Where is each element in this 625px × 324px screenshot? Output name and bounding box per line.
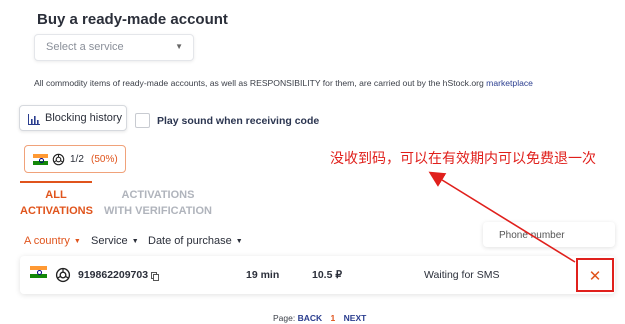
pagination-label: Page: xyxy=(273,313,296,323)
india-flag-icon xyxy=(33,154,48,165)
close-icon: ✕ xyxy=(588,268,602,285)
tab-all-line1: ALL xyxy=(45,189,67,201)
activation-status: Waiting for SMS xyxy=(424,269,500,281)
page-title: Buy a ready-made account xyxy=(37,11,228,28)
activation-phone: 919862209703 xyxy=(78,269,149,281)
pagination-back[interactable]: BACK xyxy=(298,313,323,323)
marketplace-link[interactable]: marketplace xyxy=(486,78,533,88)
play-sound-checkbox[interactable] xyxy=(135,113,150,128)
pagination-current[interactable]: 1 xyxy=(331,313,336,323)
filter-country[interactable]: A country ▼ xyxy=(24,235,81,247)
blocking-history-button[interactable]: Blocking history xyxy=(19,105,127,131)
chip-count: 1/2 xyxy=(70,154,84,165)
service-select[interactable]: Select a service ▼ xyxy=(34,34,194,61)
tab-all-line2: ACTIVATIONS xyxy=(20,205,93,217)
tab-verif-line1: ACTIVATIONS xyxy=(121,189,195,201)
notice-body: All commodity items of ready-made accoun… xyxy=(34,78,487,88)
phone-number-placeholder: Phone number xyxy=(499,230,565,241)
tab-all-activations[interactable]: ALL ACTIVATIONS xyxy=(20,187,93,219)
filter-date-label: Date of purchase xyxy=(148,235,232,247)
play-sound-label[interactable]: Play sound when receiving code xyxy=(157,115,319,127)
bar-chart-icon xyxy=(28,112,40,130)
copy-icon[interactable] xyxy=(151,268,159,286)
phone-number-search[interactable]: Phone number xyxy=(483,222,615,247)
filter-date[interactable]: Date of purchase ▼ xyxy=(148,235,243,247)
filter-service-label: Service xyxy=(91,235,128,247)
blocking-history-label: Blocking history xyxy=(45,112,123,124)
annotation-arrow xyxy=(428,171,576,263)
chevron-down-icon: ▼ xyxy=(73,238,81,245)
india-flag-icon xyxy=(30,266,47,278)
openai-icon xyxy=(52,153,65,171)
tab-activations-with-verification[interactable]: ACTIVATIONS WITH VERIFICATION xyxy=(104,187,212,219)
filter-country-label: A country xyxy=(24,235,70,247)
cancel-activation-button[interactable]: ✕ xyxy=(576,258,614,292)
service-select-placeholder: Select a service xyxy=(46,41,124,53)
activation-row: 919862209703 19 min 10.5 ₽ Waiting for S… xyxy=(20,256,615,294)
service-filter-chip[interactable]: 1/2 (50%) xyxy=(24,145,126,173)
filter-service[interactable]: Service ▼ xyxy=(91,235,139,247)
notice-text: All commodity items of ready-made accoun… xyxy=(34,78,533,88)
tab-verif-line2: WITH VERIFICATION xyxy=(104,205,212,217)
annotation-text: 没收到码，可以在有效期内可以免费退一次 xyxy=(330,151,596,167)
chevron-down-icon: ▼ xyxy=(131,238,139,245)
activation-time: 19 min xyxy=(246,269,280,281)
openai-icon xyxy=(55,267,71,288)
tab-active-underline xyxy=(20,181,92,183)
pagination-next[interactable]: NEXT xyxy=(344,313,367,323)
chip-percent: (50%) xyxy=(91,154,118,165)
activation-price: 10.5 ₽ xyxy=(312,269,343,281)
pagination: Page: BACK 1 NEXT xyxy=(273,313,366,323)
chevron-down-icon: ▼ xyxy=(175,42,183,51)
chevron-down-icon: ▼ xyxy=(235,238,243,245)
